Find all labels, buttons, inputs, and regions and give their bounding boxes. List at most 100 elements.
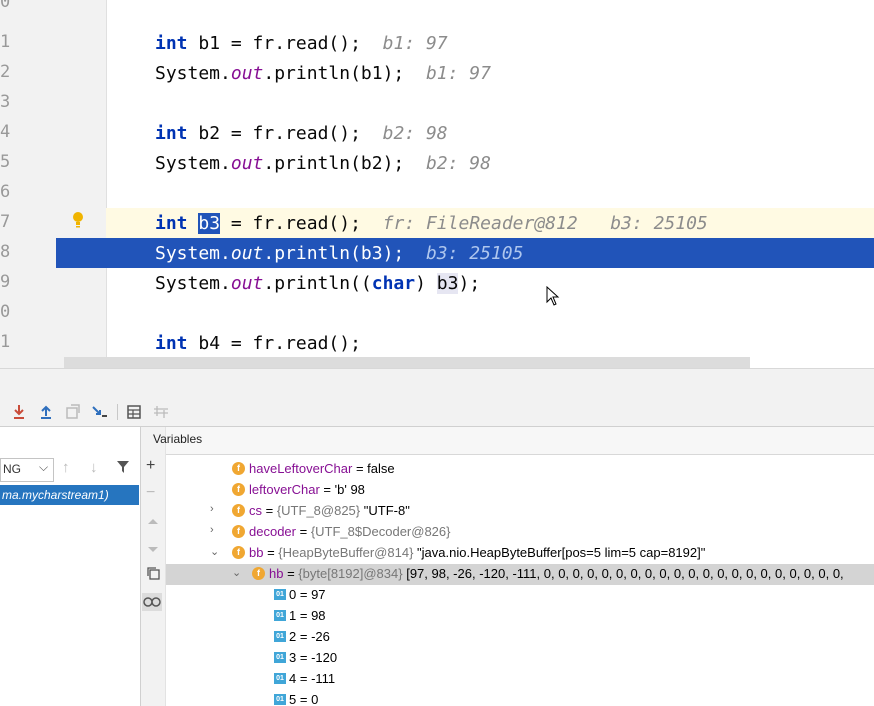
filter-icon[interactable] xyxy=(116,460,130,479)
mouse-cursor-icon xyxy=(546,285,560,311)
array-element-row[interactable]: 01 4 = -111 xyxy=(166,669,874,690)
inline-value-hint: b1: 97 xyxy=(382,33,448,54)
keyword: int xyxy=(155,123,188,144)
variable-row[interactable]: f haveLeftoverChar = false xyxy=(166,459,874,480)
code-editor[interactable]: 0 1 int b1 = fr.read(); b1: 97 2 System.… xyxy=(0,0,874,368)
move-down-icon[interactable] xyxy=(147,541,159,559)
editor-line: 3 xyxy=(0,88,874,118)
variable-text: cs = {UTF_8@825} "UTF-8" xyxy=(249,503,410,518)
down-arrow-icon[interactable]: ↓ xyxy=(90,459,98,476)
equals: = xyxy=(296,650,312,665)
variable-name: b1 xyxy=(198,33,221,54)
field-icon: f xyxy=(252,567,265,580)
up-arrow-icon[interactable]: ↑ xyxy=(62,459,70,476)
editor-line[interactable]: 4 int b2 = fr.read(); b2: 98 xyxy=(0,118,874,148)
trace-icon[interactable] xyxy=(151,402,171,422)
drop-frame-icon[interactable] xyxy=(63,402,83,422)
copy-icon[interactable] xyxy=(146,566,160,585)
variable-name: cs xyxy=(249,503,262,518)
inline-value-hint: b2: 98 xyxy=(425,153,491,174)
variable-value: [97, 98, -26, -120, -111, 0, 0, 0, 0, 0,… xyxy=(402,566,844,581)
variable-type: {UTF_8$Decoder@826} xyxy=(310,524,451,539)
editor-line[interactable]: 9 System.out.println((char) b3); xyxy=(0,268,874,298)
variable-row[interactable]: › f decoder = {UTF_8$Decoder@826} xyxy=(166,522,874,543)
static-field: out xyxy=(230,63,264,84)
class-name: System. xyxy=(155,153,231,174)
variable-text: 1 = 98 xyxy=(289,608,326,623)
static-field: out xyxy=(230,243,264,264)
horizontal-scrollbar[interactable] xyxy=(64,357,750,368)
code-rest: ) xyxy=(415,273,437,294)
lightbulb-icon[interactable] xyxy=(72,212,84,228)
editor-line[interactable]: 1 int b4 = fr.read(); xyxy=(0,328,874,358)
variable-name: bb xyxy=(249,545,264,560)
variable-name: leftoverChar xyxy=(249,482,320,497)
variable-name: hb xyxy=(269,566,284,581)
variable-row[interactable]: › f cs = {UTF_8@825} "UTF-8" xyxy=(166,501,874,522)
stack-frame-item[interactable]: ma.mycharstream1) xyxy=(0,485,139,505)
step-out-icon[interactable] xyxy=(36,402,56,422)
equals: = xyxy=(296,608,312,623)
line-number: 1 xyxy=(0,32,11,52)
editor-line[interactable]: 1 int b1 = fr.read(); b1: 97 xyxy=(0,28,874,58)
variable-text: leftoverChar = 'b' 98 xyxy=(249,482,365,497)
variables-tree[interactable]: f haveLeftoverChar = false f leftoverCha… xyxy=(166,455,874,706)
variable-row[interactable]: ⌄ f bb = {HeapByteBuffer@814} "java.nio.… xyxy=(166,543,874,564)
variables-title: Variables xyxy=(153,432,203,446)
variable-value: 'b' 98 xyxy=(334,482,365,497)
expand-arrow-icon[interactable]: › xyxy=(210,503,214,515)
array-element-row[interactable]: 01 1 = 98 xyxy=(166,606,874,627)
add-watch-icon[interactable]: + xyxy=(146,457,155,475)
evaluate-expression-icon[interactable] xyxy=(124,402,144,422)
variable-row-selected[interactable]: ⌄ f hb = {byte[8192]@834} [97, 98, -26, … xyxy=(166,564,874,585)
collapse-arrow-icon[interactable]: ⌄ xyxy=(210,545,219,558)
editor-line[interactable]: 5 System.out.println(b2); b2: 98 xyxy=(0,148,874,178)
array-element-icon: 01 xyxy=(274,694,286,705)
code-rest: .println(b2); xyxy=(263,153,405,174)
line-number: 2 xyxy=(0,62,11,82)
run-to-cursor-icon[interactable] xyxy=(90,402,110,422)
array-element-row[interactable]: 01 2 = -26 xyxy=(166,627,874,648)
expand-arrow-icon[interactable]: › xyxy=(210,524,214,536)
array-element-icon: 01 xyxy=(274,589,286,600)
debug-panel-header xyxy=(0,368,874,399)
variable-text: 3 = -120 xyxy=(289,650,337,665)
line-number: 3 xyxy=(0,92,11,112)
editor-line[interactable]: 2 System.out.println(b1); b1: 97 xyxy=(0,58,874,88)
show-watches-toggle[interactable] xyxy=(142,593,162,611)
keyword: int xyxy=(155,213,188,234)
remove-watch-icon[interactable]: − xyxy=(146,484,155,502)
variable-name: haveLeftoverChar xyxy=(249,461,353,476)
variable-value: "UTF-8" xyxy=(360,503,410,518)
static-field: out xyxy=(230,273,264,294)
variable-name: decoder xyxy=(249,524,296,539)
selected-variable[interactable]: b3 xyxy=(198,213,221,234)
variable-name: b2 xyxy=(198,123,221,144)
move-up-icon[interactable] xyxy=(147,512,159,530)
array-element-row[interactable]: 01 0 = 97 xyxy=(166,585,874,606)
code-text: int b1 = fr.read(); b1: 97 xyxy=(155,33,448,54)
thread-select-value: NG xyxy=(3,462,21,476)
field-icon: f xyxy=(232,483,245,496)
array-element-row[interactable]: 01 5 = 0 xyxy=(166,690,874,706)
equals: = xyxy=(352,461,368,476)
editor-line: 0 xyxy=(0,298,874,328)
variable-reference: b3 xyxy=(436,273,459,294)
variable-row[interactable]: f leftoverChar = 'b' 98 xyxy=(166,480,874,501)
keyword: int xyxy=(155,33,188,54)
editor-line[interactable]: 8 System.out.println(b3); b3: 25105 xyxy=(0,238,874,268)
class-name: System. xyxy=(155,63,231,84)
variable-text: hb = {byte[8192]@834} [97, 98, -26, -120… xyxy=(269,566,844,581)
variable-value: -120 xyxy=(311,650,338,665)
variable-value: -26 xyxy=(311,629,330,644)
line-number: 4 xyxy=(0,122,11,142)
variable-value: 97 xyxy=(311,587,326,602)
collapse-arrow-icon[interactable]: ⌄ xyxy=(232,566,241,579)
equals: = xyxy=(283,566,299,581)
array-element-row[interactable]: 01 3 = -120 xyxy=(166,648,874,669)
thread-select[interactable]: NG ⌵ xyxy=(0,458,54,482)
array-element-icon: 01 xyxy=(274,631,286,642)
editor-line[interactable]: 7 int b3 = fr.read(); fr: FileReader@812… xyxy=(0,208,874,238)
line-number: 7 xyxy=(0,212,11,232)
step-into-icon[interactable] xyxy=(9,402,29,422)
